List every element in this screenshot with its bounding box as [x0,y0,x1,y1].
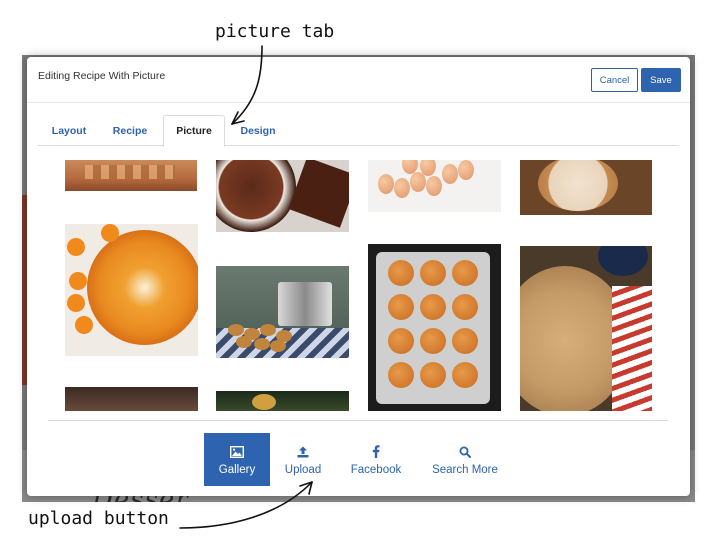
search-icon [459,444,471,460]
toolbar-divider [48,420,668,421]
gallery-photo-pie-slice[interactable] [65,160,197,191]
gallery-photo-stock-pot[interactable] [216,266,349,358]
search-more-label: Search More [432,463,498,476]
upload-icon [297,444,309,460]
page: Desser Editing Recipe With Picture Cance… [0,0,716,550]
edit-recipe-modal: Editing Recipe With Picture Cancel Save … [27,57,690,496]
search-more-button[interactable]: Search More [423,433,507,486]
gallery-photo-muffin-tin[interactable] [368,244,501,411]
tab-design[interactable]: Design [228,115,288,146]
tab-layout[interactable]: Layout [38,115,100,146]
gallery-button[interactable]: Gallery [204,433,270,486]
upload-label: Upload [284,463,322,476]
gallery-photo-partial-2[interactable] [216,391,349,411]
gallery-photo-chocolate-pie[interactable] [216,160,349,232]
annotation-upload-button: upload button [28,508,169,529]
tab-picture[interactable]: Picture [163,115,225,147]
image-icon [230,444,244,460]
save-button[interactable]: Save [641,68,681,92]
gallery-label: Gallery [218,463,256,476]
cancel-button[interactable]: Cancel [591,68,638,92]
facebook-icon [372,444,380,460]
gallery-photo-orange-tart[interactable] [65,224,198,356]
facebook-button[interactable]: Facebook [343,433,409,486]
gallery-grid[interactable] [38,146,679,411]
modal-title: Editing Recipe With Picture [38,70,166,82]
upload-button[interactable]: Upload [274,433,332,486]
gallery-photo-sprinkle-pie[interactable] [520,160,652,215]
annotation-picture-tab: picture tab [215,21,335,42]
facebook-label: Facebook [350,463,402,476]
gallery-photo-eggs[interactable] [368,160,501,212]
tab-recipe[interactable]: Recipe [100,115,160,146]
tab-bar: Layout Recipe Picture Design [38,115,679,147]
gallery-photo-crumb-pie[interactable] [520,246,652,411]
modal-header: Editing Recipe With Picture Cancel Save [27,57,690,103]
gallery-photo-partial-1[interactable] [65,387,198,411]
